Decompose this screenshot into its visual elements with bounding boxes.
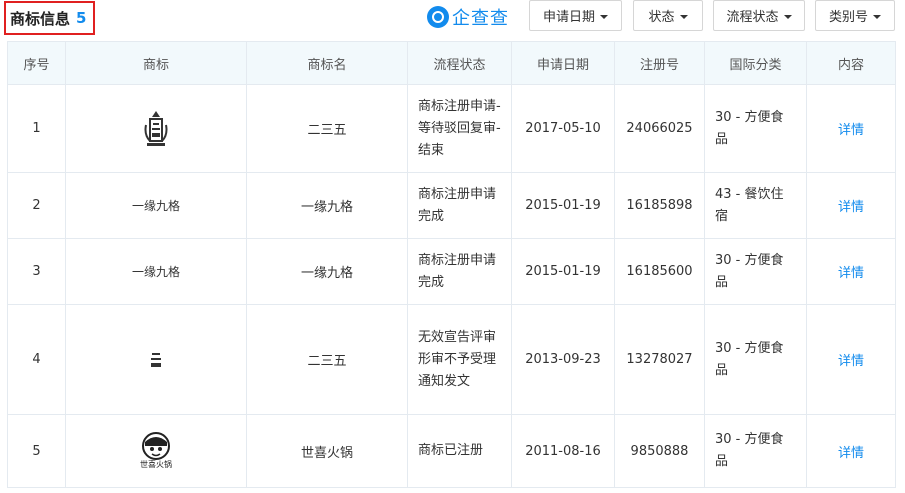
detail-link[interactable]: 详情 (838, 354, 864, 369)
detail-cell: 详情 (806, 304, 896, 415)
detail-link[interactable]: 详情 (838, 123, 864, 138)
chevron-down-icon (679, 14, 688, 19)
filter-status-label: 状态 (648, 10, 675, 25)
record-count: 5 (76, 9, 87, 27)
row-index: 3 (7, 238, 66, 305)
col-status: 流程状态 (407, 41, 512, 85)
detail-cell: 详情 (806, 414, 896, 488)
filter-process-status[interactable]: 流程状态 (713, 0, 805, 31)
filter-class-number[interactable]: 类别号 (815, 0, 895, 31)
trademark-logo (65, 304, 247, 415)
col-class: 国际分类 (704, 41, 807, 85)
chevron-down-icon (783, 14, 792, 19)
trademark-235-logo-icon (144, 110, 168, 146)
chevron-down-icon (600, 14, 608, 19)
section-title-box: 商标信息 5 (4, 1, 95, 35)
registration-number: 24066025 (614, 84, 705, 173)
process-status: 商标注册申请-等待驳回复审-结束 (407, 84, 512, 173)
table-header-row: 序号 商标 商标名 流程状态 申请日期 注册号 国际分类 内容 (7, 41, 896, 85)
filter-class-number-label: 类别号 (828, 10, 868, 25)
registration-number: 16185600 (614, 238, 705, 305)
trademark-logo (65, 84, 247, 173)
row-index: 4 (7, 304, 66, 415)
trademark-logo-text: 一缘九格 (65, 172, 247, 239)
detail-cell: 详情 (806, 172, 896, 239)
detail-cell: 详情 (806, 238, 896, 305)
table-row: 3 一缘九格 一缘九格 商标注册申请完成 2015-01-19 16185600… (7, 238, 896, 305)
international-class: 30 - 方便食品 (704, 84, 807, 173)
trademark-name: 一缘九格 (246, 238, 408, 305)
trademark-name: 世喜火锅 (246, 414, 408, 488)
process-status: 商标已注册 (407, 414, 512, 488)
trademark-logo: 世喜火锅 (65, 414, 247, 488)
filter-apply-date-label: 申请日期 (542, 10, 595, 25)
hotpot-mascot-icon (142, 432, 170, 460)
table-row: 5 世喜火锅 世喜火锅 商标已注册 2011-08-16 9850888 30 … (7, 414, 896, 488)
table-row: 2 一缘九格 一缘九格 商标注册申请完成 2015-01-19 16185898… (7, 172, 896, 239)
registration-number: 13278027 (614, 304, 705, 415)
apply-date: 2017-05-10 (511, 84, 615, 173)
row-index: 1 (7, 84, 66, 173)
apply-date: 2015-01-19 (511, 238, 615, 305)
col-logo: 商标 (65, 41, 247, 85)
row-index: 2 (7, 172, 66, 239)
trademark-name: 一缘九格 (246, 172, 408, 239)
trademark-name: 二三五 (246, 304, 408, 415)
registration-number: 16185898 (614, 172, 705, 239)
process-status: 无效宣告评审形审不予受理通知发文 (407, 304, 512, 415)
detail-cell: 详情 (806, 84, 896, 173)
table-row: 4 二三五 无效宣告评审形审不予受理通知发文 2013-09-23 132780… (7, 304, 896, 415)
international-class: 30 - 方便食品 (704, 238, 807, 305)
col-index: 序号 (7, 41, 66, 85)
detail-link[interactable]: 详情 (838, 200, 864, 215)
apply-date: 2011-08-16 (511, 414, 615, 488)
registration-number: 9850888 (614, 414, 705, 488)
process-status: 商标注册申请完成 (407, 172, 512, 239)
section-title: 商标信息 (10, 9, 71, 28)
process-status: 商标注册申请完成 (407, 238, 512, 305)
qichacha-icon (427, 6, 449, 28)
filter-process-status-label: 流程状态 (726, 10, 779, 25)
international-class: 30 - 方便食品 (704, 414, 807, 488)
table-row: 1 二三五 商标注册申请-等待驳回复审-结束 2017-05-10 240660… (7, 84, 896, 173)
apply-date: 2015-01-19 (511, 172, 615, 239)
filter-status[interactable]: 状态 (633, 0, 703, 31)
trademark-logo-text: 一缘九格 (65, 238, 247, 305)
international-class: 43 - 餐饮住宿 (704, 172, 807, 239)
detail-link[interactable]: 详情 (838, 266, 864, 281)
col-content: 内容 (806, 41, 896, 85)
detail-link[interactable]: 详情 (838, 446, 864, 461)
brand-name: 企查查 (452, 8, 509, 29)
international-class: 30 - 方便食品 (704, 304, 807, 415)
col-name: 商标名 (246, 41, 408, 85)
trademark-logo-caption: 世喜火锅 (140, 460, 172, 469)
col-reg-no: 注册号 (614, 41, 705, 85)
trademark-table: 序号 商标 商标名 流程状态 申请日期 注册号 国际分类 内容 1 二三五 商标… (7, 41, 896, 488)
trademark-235-small-logo-icon (151, 352, 161, 367)
chevron-down-icon (873, 14, 881, 19)
filter-apply-date[interactable]: 申请日期 (529, 0, 622, 31)
section-header: 商标信息 5 企查查 申请日期 状态 流程状态 类别号 (0, 0, 905, 40)
col-date: 申请日期 (511, 41, 615, 85)
apply-date: 2013-09-23 (511, 304, 615, 415)
trademark-name: 二三五 (246, 84, 408, 173)
brand-logo: 企查查 (427, 4, 509, 30)
row-index: 5 (7, 414, 66, 488)
